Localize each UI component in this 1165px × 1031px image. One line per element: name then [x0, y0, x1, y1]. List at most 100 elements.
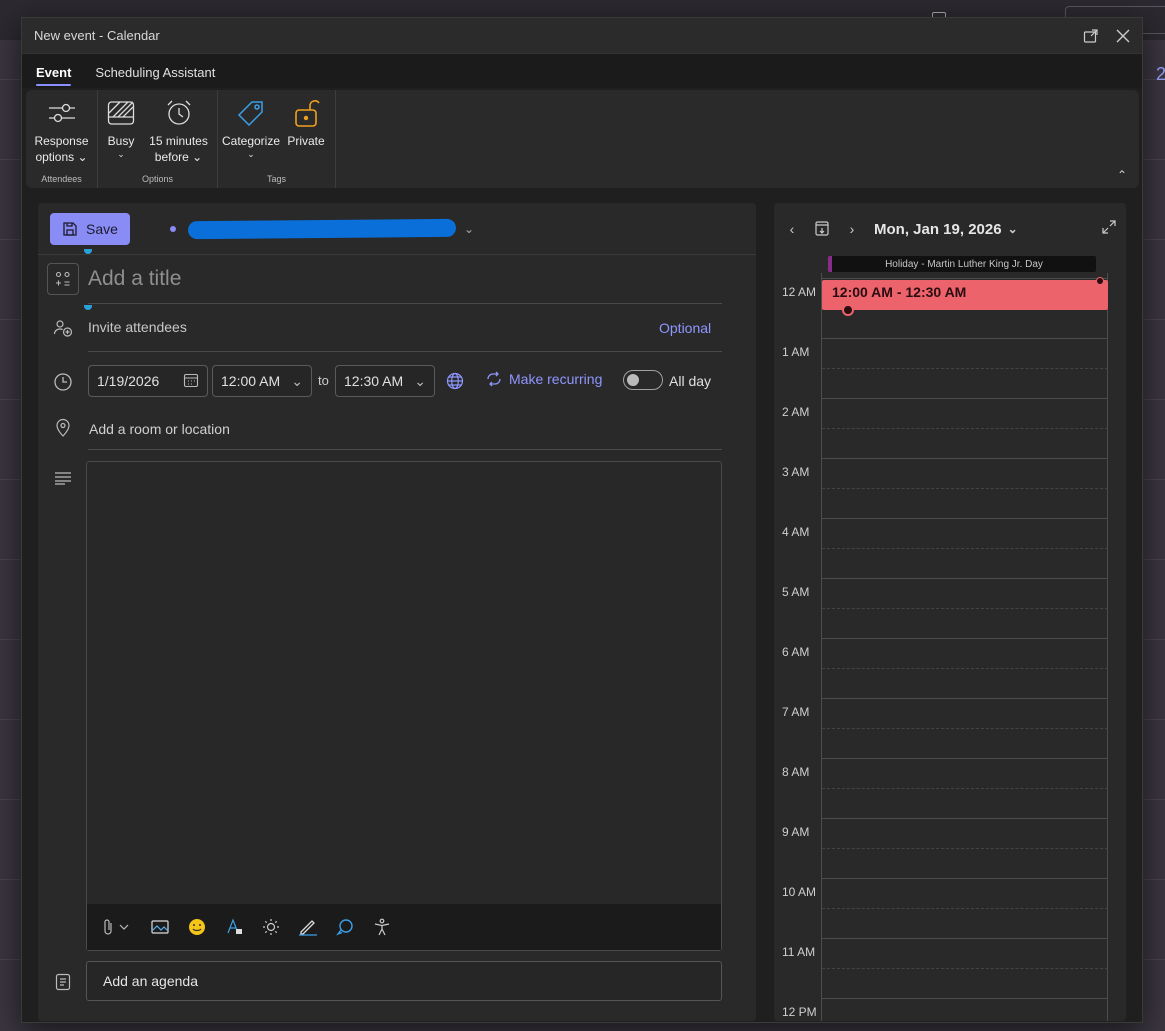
reminder-button[interactable]: 15 minutes before ⌄	[144, 96, 213, 174]
event-resize-handle-bottom[interactable]	[842, 304, 854, 316]
half-hour-line	[822, 608, 1108, 609]
holiday-banner[interactable]: Holiday - Martin Luther King Jr. Day	[828, 256, 1096, 272]
hour-label: 1 AM	[782, 345, 810, 359]
optional-attendees-link[interactable]: Optional	[659, 320, 711, 336]
hour-slot[interactable]: 2 AM	[774, 398, 1126, 458]
hour-label: 3 AM	[782, 465, 810, 479]
hour-line	[822, 878, 1108, 879]
hour-line	[822, 398, 1108, 399]
hour-label: 5 AM	[782, 585, 810, 599]
accessibility-icon[interactable]	[372, 917, 392, 937]
categorize-button[interactable]: Categorize ⌄	[222, 96, 280, 174]
start-time-select[interactable]: 12:00 AM ⌄	[212, 365, 312, 397]
go-to-today-icon[interactable]	[814, 220, 830, 239]
hour-slot[interactable]: 12 PM	[774, 998, 1126, 1021]
tab-scheduling-assistant[interactable]: Scheduling Assistant	[95, 65, 215, 88]
calendar-header: ‹ › Mon, Jan 19, 2026 ⌄	[774, 203, 1126, 255]
half-hour-line	[822, 908, 1108, 909]
location-underline	[88, 449, 722, 450]
save-button[interactable]: Save	[50, 212, 130, 245]
event-time-label: 12:00 AM - 12:30 AM	[832, 284, 967, 300]
signature-pen-icon[interactable]	[298, 917, 318, 937]
cursor-marker	[84, 305, 92, 310]
tag-icon	[234, 96, 268, 130]
hour-slot[interactable]: 9 AM	[774, 818, 1126, 878]
hour-slot[interactable]: 11 AM	[774, 938, 1126, 998]
location-input[interactable]: Add a room or location	[89, 421, 230, 437]
attendees-underline	[88, 351, 722, 352]
half-hour-line	[822, 728, 1108, 729]
hour-slot[interactable]: 5 AM	[774, 578, 1126, 638]
busy-button[interactable]: Busy ⌄	[102, 96, 140, 174]
title-input[interactable]: Add a title	[88, 267, 181, 291]
chevron-down-icon: ⌄	[291, 372, 303, 389]
day-calendar-panel: ‹ › Mon, Jan 19, 2026 ⌄ Holiday - Martin…	[774, 203, 1126, 1021]
hour-slot[interactable]: 8 AM	[774, 758, 1126, 818]
hour-slot[interactable]: 7 AM	[774, 698, 1126, 758]
hour-slot[interactable]: 6 AM	[774, 638, 1126, 698]
half-hour-line	[822, 968, 1108, 969]
insert-image-icon[interactable]	[150, 917, 170, 937]
save-icon	[63, 221, 77, 236]
redacted-account-email	[187, 218, 457, 239]
attach-file-icon[interactable]	[101, 917, 133, 937]
chevron-down-icon: ⌄	[188, 150, 203, 164]
title-bar: New event - Calendar	[22, 18, 1142, 54]
response-options-button[interactable]: Response options ⌄	[30, 96, 93, 174]
event-resize-handle-top[interactable]	[1096, 277, 1104, 285]
highlighter-icon[interactable]	[224, 917, 244, 937]
private-button[interactable]: Private	[284, 96, 328, 174]
start-date-picker[interactable]: 1/19/2026	[88, 365, 208, 397]
hour-line	[822, 338, 1108, 339]
title-underline	[88, 303, 722, 304]
hour-slot[interactable]: 3 AM	[774, 458, 1126, 518]
toggle-knob	[627, 374, 639, 386]
tab-event[interactable]: Event	[36, 65, 72, 88]
half-hour-line	[822, 668, 1108, 669]
hour-label: 4 AM	[782, 525, 810, 539]
half-hour-line	[822, 428, 1108, 429]
hour-line	[822, 278, 1108, 279]
next-day-icon[interactable]: ›	[844, 221, 860, 237]
hour-label: 12 AM	[782, 285, 817, 299]
previous-day-icon[interactable]: ‹	[784, 221, 800, 237]
agenda-input[interactable]: Add an agenda	[86, 961, 722, 1001]
invite-attendees-input[interactable]: Invite attendees	[88, 319, 187, 335]
group-label-tags: Tags	[266, 174, 286, 184]
event-body-editor[interactable]	[86, 461, 722, 951]
pop-out-icon[interactable]	[1082, 27, 1100, 45]
half-hour-line	[822, 368, 1108, 369]
make-recurring-button[interactable]: Make recurring	[485, 371, 602, 387]
account-selector[interactable]: ⌄	[170, 218, 474, 239]
collapse-ribbon-icon[interactable]: ⌃	[1117, 168, 1127, 182]
hour-slot[interactable]: 10 AM	[774, 878, 1126, 938]
ribbon-group-tags: Categorize ⌄ Private Tags	[218, 90, 336, 188]
new-event-block[interactable]: 12:00 AM - 12:30 AM	[822, 280, 1108, 310]
calendar-icon	[183, 372, 199, 391]
close-icon[interactable]	[1114, 27, 1132, 45]
title-icon-button[interactable]	[47, 263, 79, 295]
all-day-label: All day	[669, 373, 712, 389]
calendar-date-picker[interactable]: Mon, Jan 19, 2026 ⌄	[874, 221, 1018, 238]
end-time-select[interactable]: 12:30 AM ⌄	[335, 365, 435, 397]
hour-label: 2 AM	[782, 405, 810, 419]
hour-line	[822, 698, 1108, 699]
calendar-date-label: Mon, Jan 19, 2026	[874, 220, 1002, 238]
chevron-down-icon: ⌄	[117, 149, 125, 159]
location-row: Add a room or location	[38, 417, 756, 467]
response-options-label-1: Response	[34, 134, 89, 148]
form-header: Save ⌄	[38, 203, 756, 255]
all-day-toggle[interactable]	[623, 370, 663, 390]
copilot-chat-icon[interactable]	[335, 917, 355, 937]
hour-slot[interactable]: 1 AM	[774, 338, 1126, 398]
attendees-row: Invite attendees Optional	[38, 313, 756, 359]
hour-line	[822, 458, 1108, 459]
time-zone-globe-icon[interactable]	[446, 372, 464, 395]
expand-icon[interactable]	[1102, 219, 1116, 239]
new-event-window: New event - Calendar Event Scheduling As…	[21, 17, 1143, 1023]
brightness-icon[interactable]	[261, 917, 281, 937]
hour-label: 9 AM	[782, 825, 810, 839]
emoji-icon[interactable]	[187, 917, 207, 937]
formatting-toolbar	[87, 904, 721, 950]
hour-slot[interactable]: 4 AM	[774, 518, 1126, 578]
